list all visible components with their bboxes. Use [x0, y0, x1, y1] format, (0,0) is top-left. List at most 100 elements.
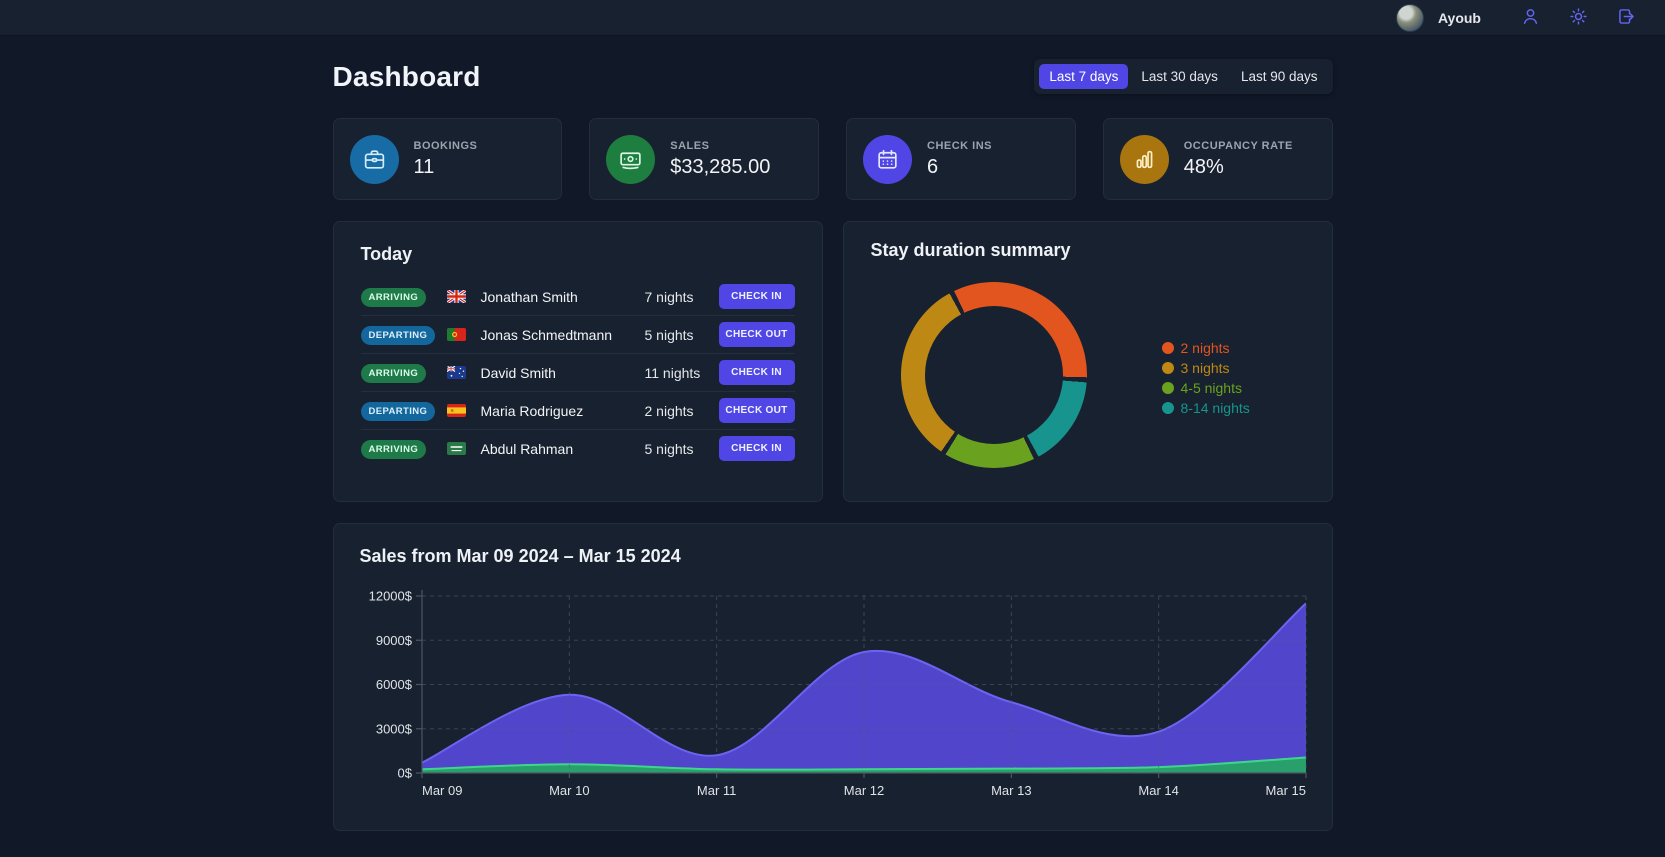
nights-count: 5 nights — [645, 327, 719, 343]
today-row: ARRIVING Abdul Rahman5 nightsCHECK IN — [361, 430, 795, 467]
today-row: DEPARTING Jonas Schmedtmann5 nightsCHECK … — [361, 316, 795, 354]
stat-label: OCCUPANCY RATE — [1184, 140, 1293, 152]
x-axis-tick-label: Mar 13 — [991, 783, 1031, 798]
today-activity-card: Today ARRIVINGJonathan Smith7 nightsCHEC… — [333, 221, 823, 502]
guest-name: Jonathan Smith — [481, 289, 645, 305]
nights-count: 2 nights — [645, 403, 719, 419]
today-title: Today — [361, 244, 795, 265]
sales-area-chart: 0$3000$6000$9000$12000$Mar 09Mar 10Mar 1… — [360, 567, 1308, 813]
legend-item-2-nights: 2 nights — [1162, 338, 1250, 358]
legend-item-8-14-nights: 8-14 nights — [1162, 398, 1250, 418]
flag-es-icon — [447, 404, 466, 417]
filter-last-7-days[interactable]: Last 7 days — [1039, 64, 1128, 89]
x-axis-tick-label: Mar 09 — [422, 783, 462, 798]
status-badge-wrap: ARRIVING — [361, 363, 447, 383]
guest-name: David Smith — [481, 365, 645, 381]
username: Ayoub — [1438, 10, 1481, 26]
page-title: Dashboard — [333, 61, 481, 93]
flag-au-icon — [447, 366, 466, 379]
stat-card-check-ins: CHECK INS 6 — [846, 118, 1076, 200]
sun-icon — [1568, 6, 1589, 30]
theme-toggle-button[interactable] — [1565, 5, 1591, 31]
stay-duration-donut-chart — [901, 282, 1087, 468]
stat-value: 48% — [1184, 156, 1293, 179]
status-badge: DEPARTING — [361, 326, 436, 345]
user-account-button[interactable] — [1517, 5, 1543, 31]
status-badge: ARRIVING — [361, 440, 427, 459]
sales-chart-card: Sales from Mar 09 2024 – Mar 15 2024 0$ 3… — [333, 523, 1333, 831]
status-badge: DEPARTING — [361, 402, 436, 421]
today-activity-list: ARRIVINGJonathan Smith7 nightsCHECK INDE… — [361, 278, 795, 467]
date-range-filter: Last 7 daysLast 30 daysLast 90 days — [1034, 59, 1332, 94]
check-in-button[interactable]: CHECK IN — [719, 284, 795, 309]
stat-value: 6 — [927, 156, 992, 179]
check-out-button[interactable]: CHECK OUT — [719, 322, 795, 347]
status-badge: ARRIVING — [361, 364, 427, 383]
stat-text: OCCUPANCY RATE 48% — [1184, 140, 1293, 179]
legend-dot — [1162, 382, 1174, 394]
x-axis-tick-label: Mar 12 — [843, 783, 883, 798]
stay-duration-card: Stay duration summary 2 nights 3 nights 4-… — [843, 221, 1333, 502]
today-row: DEPARTING Maria Rodriguez2 nightsCHECK OU… — [361, 392, 795, 430]
stay-duration-title: Stay duration summary — [871, 240, 1305, 261]
legend-item-4-5-nights: 4-5 nights — [1162, 378, 1250, 398]
check-out-button[interactable]: CHECK OUT — [719, 398, 795, 423]
y-axis-tick-label: 3000$ — [375, 721, 412, 736]
bar-chart-icon — [1120, 135, 1169, 184]
x-axis-tick-label: Mar 14 — [1138, 783, 1178, 798]
legend-item-3-nights: 3 nights — [1162, 358, 1250, 378]
briefcase-icon — [350, 135, 399, 184]
stay-duration-legend: 2 nights 3 nights 4-5 nights 8-14 nights — [1162, 338, 1250, 418]
banknote-icon — [606, 135, 655, 184]
status-badge-wrap: DEPARTING — [361, 325, 447, 345]
status-badge-wrap: ARRIVING — [361, 287, 447, 307]
user-icon — [1520, 6, 1541, 30]
filter-last-90-days[interactable]: Last 90 days — [1231, 64, 1328, 89]
sales-chart-title: Sales from Mar 09 2024 – Mar 15 2024 — [360, 546, 1306, 567]
nights-count: 5 nights — [645, 441, 719, 457]
stat-label: SALES — [670, 140, 770, 152]
y-axis-tick-label: 6000$ — [375, 677, 412, 692]
x-axis-tick-label: Mar 11 — [696, 783, 736, 798]
check-in-button[interactable]: CHECK IN — [719, 436, 795, 461]
today-row: ARRIVINGJonathan Smith7 nightsCHECK IN — [361, 278, 795, 316]
x-axis-tick-label: Mar 15 — [1265, 783, 1305, 798]
stat-text: CHECK INS 6 — [927, 140, 992, 179]
stat-label: BOOKINGS — [414, 140, 478, 152]
y-axis-tick-label: 0$ — [397, 766, 412, 781]
legend-dot — [1162, 362, 1174, 374]
stat-card-bookings: BOOKINGS 11 — [333, 118, 563, 200]
guest-name: Abdul Rahman — [481, 441, 645, 457]
logout-button[interactable] — [1613, 5, 1639, 31]
flag-sa-icon — [447, 442, 466, 455]
legend-label: 8-14 nights — [1181, 400, 1250, 416]
avatar — [1396, 4, 1424, 32]
legend-label: 4-5 nights — [1181, 380, 1242, 396]
stat-card-occupancy-rate: OCCUPANCY RATE 48% — [1103, 118, 1333, 200]
dashboard-page: Dashboard Last 7 daysLast 30 daysLast 90… — [333, 59, 1333, 831]
flag-gb-icon — [447, 290, 466, 303]
check-in-button[interactable]: CHECK IN — [719, 360, 795, 385]
status-badge: ARRIVING — [361, 288, 427, 307]
today-row: ARRIVING David Smith11 nightsCHECK IN — [361, 354, 795, 392]
filter-last-30-days[interactable]: Last 30 days — [1131, 64, 1228, 89]
guest-name: Jonas Schmedtmann — [481, 327, 645, 343]
nights-count: 11 nights — [645, 365, 719, 381]
legend-dot — [1162, 342, 1174, 354]
stats-row: BOOKINGS 11 SALES $33,285.00 CHECK INS 6 OCCUP… — [333, 118, 1333, 200]
status-badge-wrap: DEPARTING — [361, 401, 447, 421]
legend-dot — [1162, 402, 1174, 414]
stat-value: $33,285.00 — [670, 156, 770, 179]
calendar-icon — [863, 135, 912, 184]
stat-value: 11 — [414, 156, 478, 179]
legend-label: 3 nights — [1181, 360, 1230, 376]
y-axis-tick-label: 12000$ — [368, 589, 412, 604]
x-axis-tick-label: Mar 10 — [549, 783, 589, 798]
top-bar: Ayoub — [0, 0, 1665, 36]
stat-label: CHECK INS — [927, 140, 992, 152]
guest-name: Maria Rodriguez — [481, 403, 645, 419]
stat-text: BOOKINGS 11 — [414, 140, 478, 179]
stat-text: SALES $33,285.00 — [670, 140, 770, 179]
legend-label: 2 nights — [1181, 340, 1230, 356]
logout-icon — [1616, 6, 1637, 30]
